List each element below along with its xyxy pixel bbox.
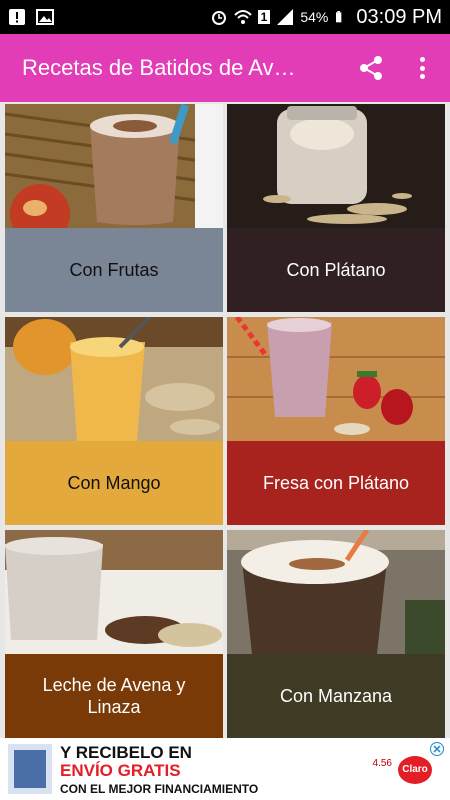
recipe-photo [5,530,223,654]
ad-brand-logo: Claro [398,756,432,784]
share-icon[interactable] [358,55,384,81]
clock: 03:09 PM [356,5,442,28]
ad-brand-text: Claro [402,764,428,775]
recipe-card-con-manzana[interactable]: Con Manzana [227,530,445,738]
overflow-menu-icon[interactable] [412,54,432,82]
ad-close-icon[interactable] [430,742,444,756]
recipe-grid: Con Frutas Con Plátano Con Mango Fresa c… [0,102,450,738]
alarm-icon [211,11,226,25]
recipe-label: Con Manzana [227,654,445,738]
recipe-label: Fresa con Plátano [227,441,445,525]
ad-line-3: CON EL MEJOR FINANCIAMIENTO [60,782,259,796]
wifi-icon [233,10,252,24]
ad-image [8,744,52,794]
image-notification-icon [36,9,54,25]
recipe-photo [5,104,223,228]
recipe-photo [227,317,445,441]
ad-banner[interactable]: Y RECIBELO EN ENVÍO GRATIS CON EL MEJOR … [0,738,450,800]
recipe-label: Con Mango [5,441,223,525]
recipe-card-con-mango[interactable]: Con Mango [5,317,223,525]
recipe-photo [227,530,445,654]
app-bar: Recetas de Batidos de Av… [0,34,450,102]
app-title: Recetas de Batidos de Av… [22,55,296,80]
recipe-card-leche-de-avena-y-linaza[interactable]: Leche de Avena y Linaza [5,530,223,738]
status-bar: 1 54% 03:09 PM [0,0,450,34]
sim-badge: 1 [257,10,271,24]
recipe-card-fresa-con-platano[interactable]: Fresa con Plátano [227,317,445,525]
ad-price: 4.56 [372,758,392,769]
ad-line-1: Y RECIBELO EN [60,743,192,762]
recipe-card-con-frutas[interactable]: Con Frutas [5,104,223,312]
recipe-card-con-platano[interactable]: Con Plátano [227,104,445,312]
recipe-label: Con Plátano [227,228,445,312]
ad-headline: Y RECIBELO EN ENVÍO GRATIS CON EL MEJOR … [60,744,258,798]
recipe-photo [227,104,445,228]
recipe-photo [5,317,223,441]
ad-line-2: ENVÍO GRATIS [60,761,181,780]
battery-icon [336,11,342,23]
recipe-label: Con Frutas [5,228,223,312]
signal-icon [277,9,294,25]
battery-percent: 54% [300,9,329,25]
recipe-label: Leche de Avena y Linaza [5,654,223,738]
notification-alert-icon [9,9,25,25]
